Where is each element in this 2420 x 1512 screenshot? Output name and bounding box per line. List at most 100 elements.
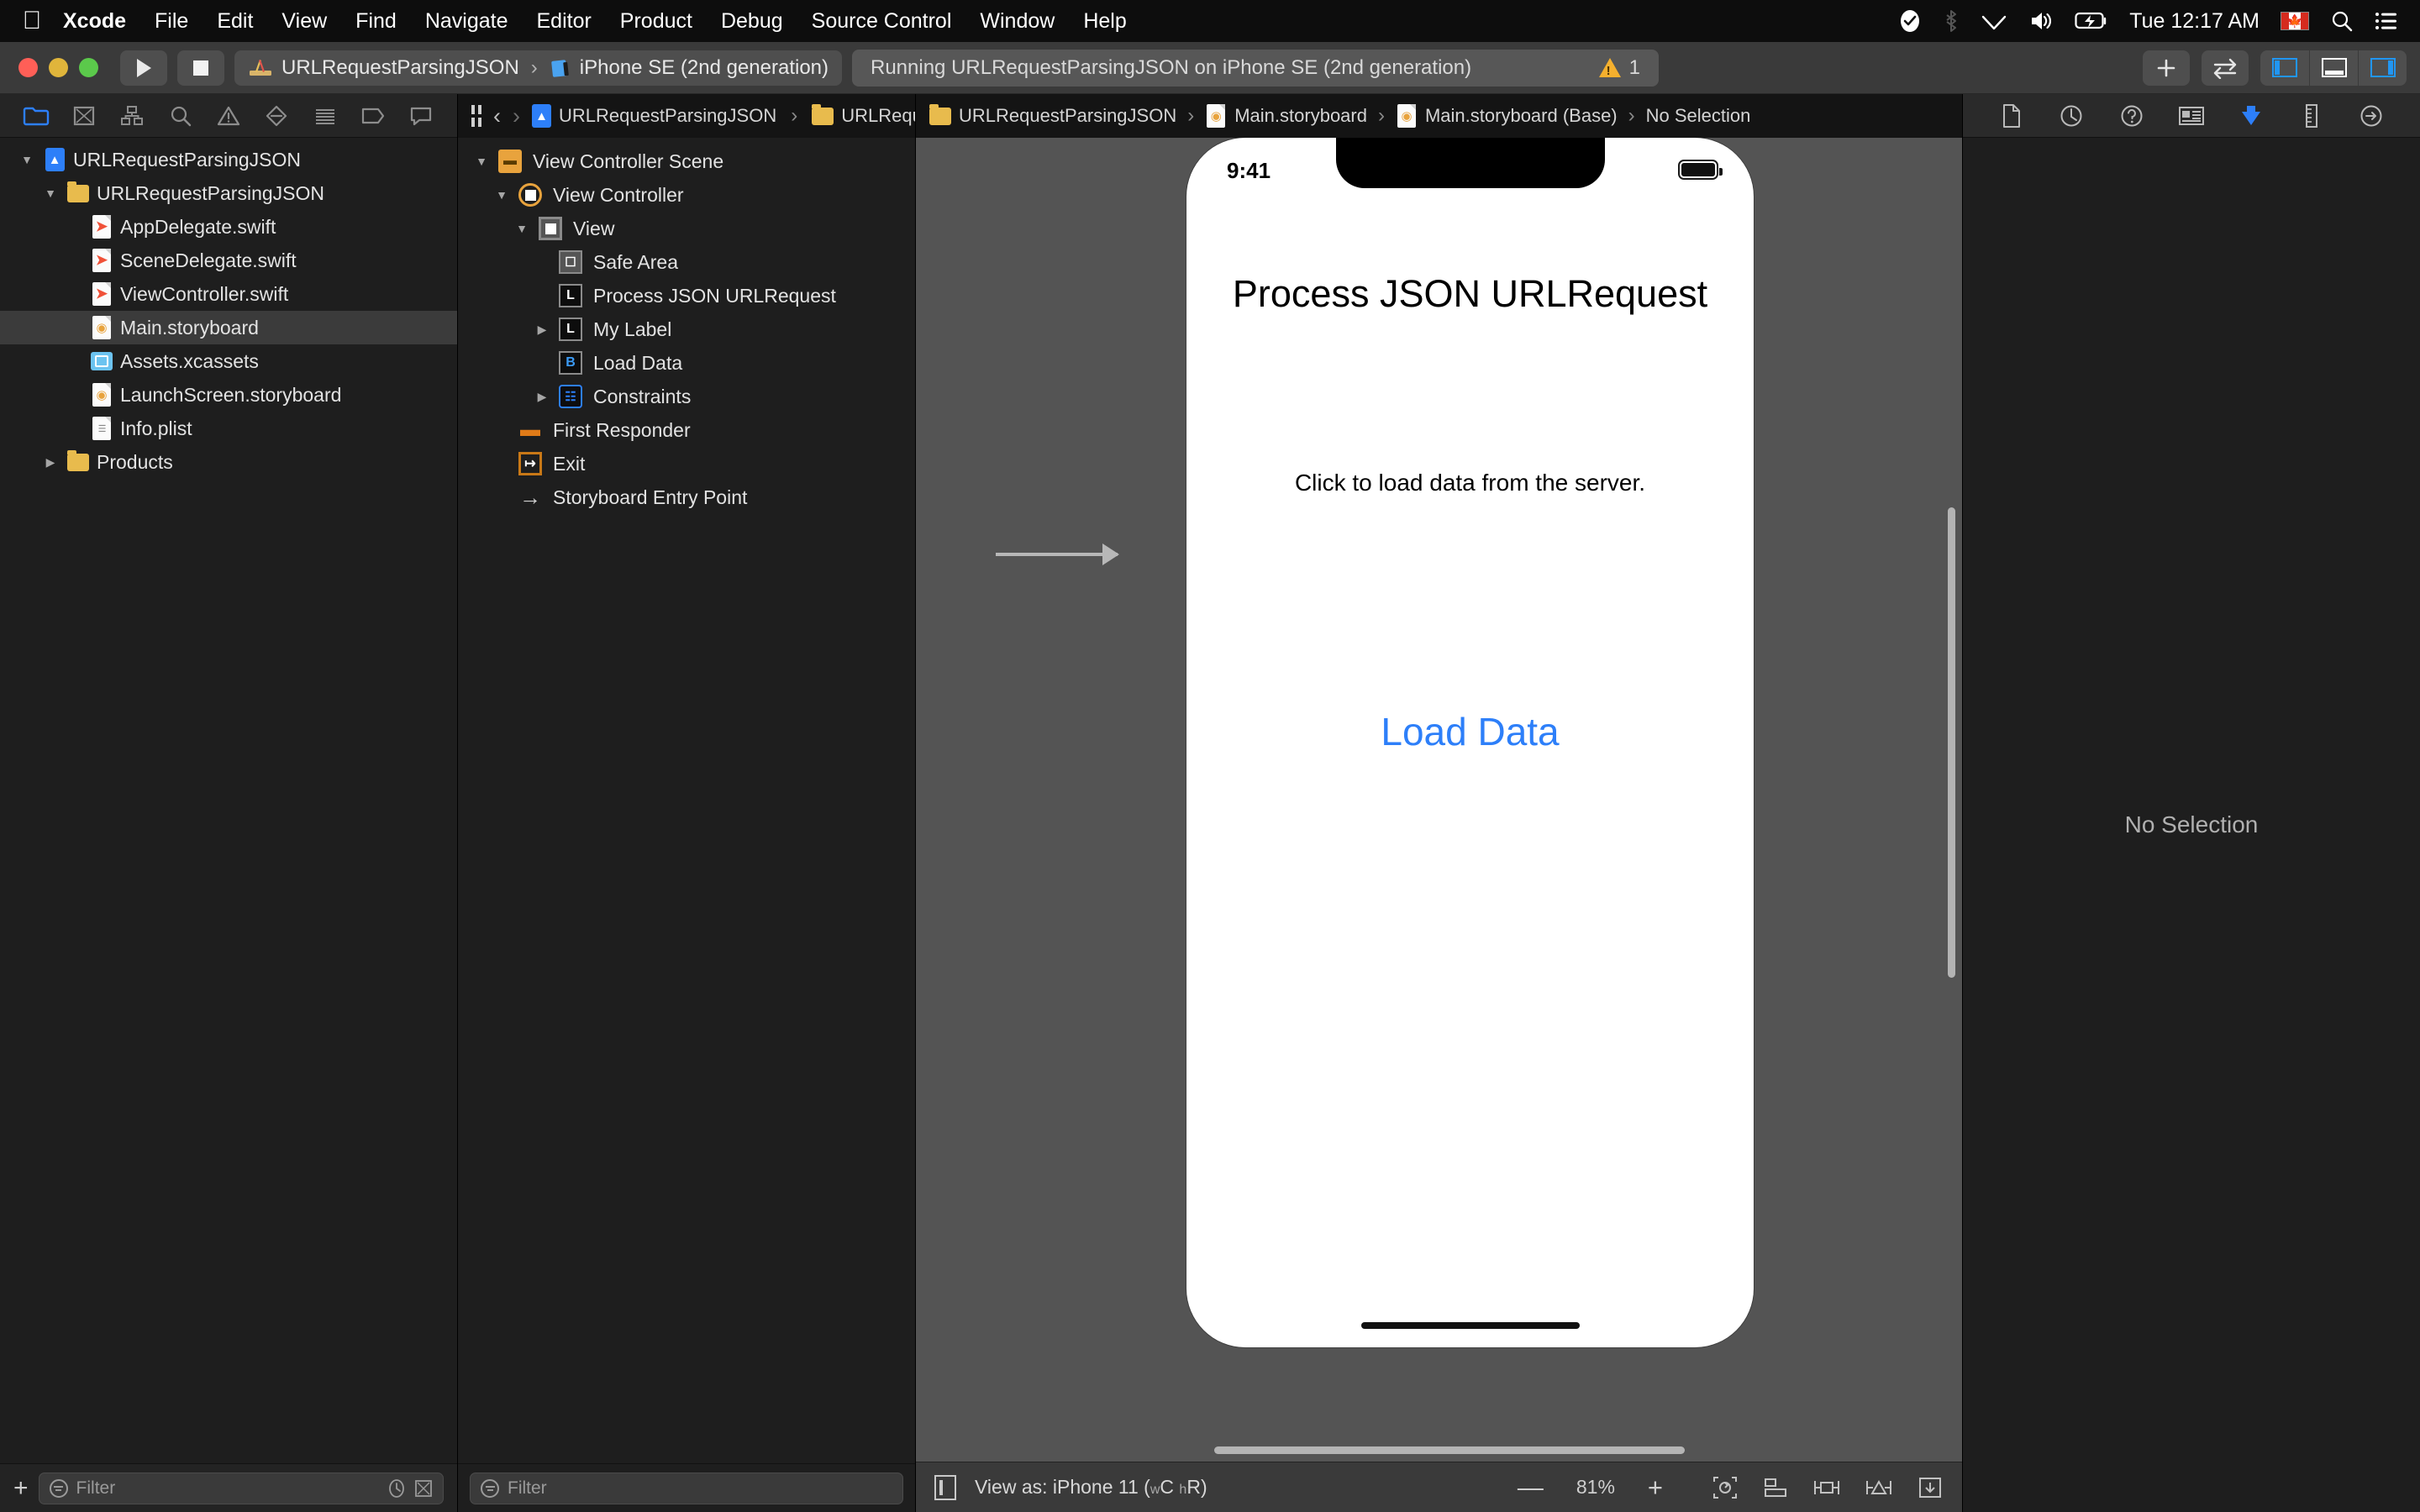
project-tree-row[interactable]: ▶Assets.xcassets: [0, 344, 457, 378]
debug-navigator-tab[interactable]: [307, 101, 344, 131]
outline-tree-row[interactable]: ▼ View Controller: [458, 178, 915, 212]
canvas-vertical-scrollbar[interactable]: [1948, 507, 1955, 978]
outline-breadcrumb-project[interactable]: ▲ URLRequestParsingJSON: [532, 104, 776, 128]
identity-inspector-tab[interactable]: [2174, 100, 2209, 132]
menu-item-view[interactable]: View: [267, 9, 341, 34]
recent-files-icon[interactable]: [387, 1478, 406, 1499]
menu-item-product[interactable]: Product: [606, 9, 707, 34]
attributes-inspector-tab[interactable]: [2233, 100, 2269, 132]
related-items-icon[interactable]: [471, 105, 481, 127]
code-review-button[interactable]: [2202, 50, 2249, 86]
battery-charging-icon[interactable]: [2075, 9, 2108, 33]
project-tree-row[interactable]: ▶☰Info.plist: [0, 412, 457, 445]
breadcrumb-selection[interactable]: No Selection: [1646, 105, 1751, 127]
stop-button[interactable]: [177, 50, 224, 86]
menu-item-find[interactable]: Find: [341, 9, 411, 34]
zoom-out-button[interactable]: —: [1518, 1474, 1544, 1500]
project-tree-row[interactable]: ▶➤ViewController.swift: [0, 277, 457, 311]
canvas-horizontal-scrollbar[interactable]: [1214, 1446, 1685, 1454]
spotlight-search-icon[interactable]: [2330, 9, 2354, 33]
menu-item-editor[interactable]: Editor: [522, 9, 605, 34]
breadcrumb-storyboard-base[interactable]: ◉ Main.storyboard (Base): [1396, 103, 1618, 129]
find-navigator-tab[interactable]: [162, 101, 199, 131]
history-inspector-tab[interactable]: [2054, 100, 2089, 132]
project-tree-row[interactable]: ▶➤SceneDelegate.swift: [0, 244, 457, 277]
symbol-navigator-tab[interactable]: [113, 101, 150, 131]
minimize-window-button[interactable]: [49, 58, 68, 77]
outline-tree-row[interactable]: ▶▬First Responder: [458, 413, 915, 447]
breakpoint-navigator-tab[interactable]: [355, 101, 392, 131]
quick-help-inspector-tab[interactable]: [2114, 100, 2149, 132]
disclosure-triangle-icon[interactable]: ▶: [533, 323, 551, 337]
navigator-filter-field[interactable]: Filter: [38, 1472, 444, 1504]
menu-item-navigate[interactable]: Navigate: [411, 9, 523, 34]
title-label[interactable]: Process JSON URLRequest: [1186, 272, 1754, 316]
forward-button[interactable]: ›: [513, 103, 520, 129]
outline-tree-row[interactable]: ▶→Storyboard Entry Point: [458, 480, 915, 514]
library-add-button[interactable]: [2143, 50, 2190, 86]
project-tree-row[interactable]: ▼ URLRequestParsingJSON: [0, 176, 457, 210]
outline-tree-row[interactable]: ▶LProcess JSON URLRequest: [458, 279, 915, 312]
back-button[interactable]: ‹: [493, 103, 501, 129]
menu-item-edit[interactable]: Edit: [203, 9, 267, 34]
project-navigator-tab[interactable]: [18, 101, 55, 131]
wifi-icon[interactable]: [1981, 8, 2007, 34]
source-control-navigator-tab[interactable]: [66, 101, 103, 131]
test-navigator-tab[interactable]: [258, 101, 295, 131]
bluetooth-icon[interactable]: [1943, 8, 1960, 34]
breadcrumb-project[interactable]: URLRequestParsingJSON: [929, 103, 1176, 127]
run-button[interactable]: [120, 50, 167, 86]
view-controller-preview[interactable]: 9:41 Process JSON URLRequest Click to lo…: [1186, 138, 1754, 1347]
outline-tree-row[interactable]: ▼ View: [458, 212, 915, 245]
project-tree-row[interactable]: ▶◉Main.storyboard: [0, 311, 457, 344]
menu-item-xcode[interactable]: Xcode: [49, 9, 140, 34]
issue-navigator-tab[interactable]: [210, 101, 247, 131]
menu-item-debug[interactable]: Debug: [707, 9, 797, 34]
disclosure-triangle-icon[interactable]: ▶: [533, 390, 551, 404]
storyboard-canvas[interactable]: 9:41 Process JSON URLRequest Click to lo…: [916, 138, 1962, 1462]
disclosure-triangle-icon[interactable]: ▼: [18, 153, 36, 166]
control-center-icon[interactable]: [2375, 11, 2398, 31]
load-data-button[interactable]: Load Data: [1186, 709, 1754, 754]
inspector-toggle-button[interactable]: [2358, 50, 2407, 86]
project-tree-row[interactable]: ▶◉LaunchScreen.storyboard: [0, 378, 457, 412]
file-inspector-tab[interactable]: [1994, 100, 2029, 132]
disclosure-triangle-icon[interactable]: ▼: [472, 155, 491, 168]
warning-chip[interactable]: 1: [1598, 56, 1640, 80]
zoom-in-button[interactable]: +: [1648, 1474, 1663, 1500]
outline-tree-row[interactable]: ▼ ▬ View Controller Scene: [458, 144, 915, 178]
outline-tree-row[interactable]: ▶↦Exit: [458, 447, 915, 480]
menu-item-file[interactable]: File: [140, 9, 203, 34]
update-frames-icon[interactable]: [1712, 1475, 1739, 1500]
my-label[interactable]: Click to load data from the server.: [1186, 470, 1754, 496]
menu-bar-clock[interactable]: Tue 12:17 AM: [2129, 9, 2260, 34]
project-tree-row[interactable]: ▼ ▲ URLRequestParsingJSON: [0, 143, 457, 176]
source-control-filter-icon[interactable]: [414, 1478, 433, 1499]
outline-filter-field[interactable]: Filter: [470, 1472, 903, 1504]
project-file-tree[interactable]: ▼ ▲ URLRequestParsingJSON ▼ URLRequestParsin…: [0, 138, 457, 1463]
close-window-button[interactable]: [18, 58, 38, 77]
disclosure-triangle-icon[interactable]: ▶: [41, 455, 60, 470]
scheme-selector[interactable]: URLRequestParsingJSON › iPhone SE (2nd g…: [234, 50, 842, 86]
outline-breadcrumb-folder[interactable]: URLRequestParsingJSON: [812, 103, 915, 127]
outline-tree-row[interactable]: ▶☐Safe Area: [458, 245, 915, 279]
show-outline-toggle-icon[interactable]: [934, 1474, 956, 1500]
disclosure-triangle-icon[interactable]: ▼: [513, 222, 531, 235]
resolve-issues-icon[interactable]: [1917, 1475, 1944, 1500]
menu-item-window[interactable]: Window: [965, 9, 1069, 34]
navigator-toggle-button[interactable]: [2260, 50, 2309, 86]
menu-item-help[interactable]: Help: [1069, 9, 1140, 34]
storyboard-outline-tree[interactable]: ▼ ▬ View Controller Scene ▼ View Controller ▼…: [458, 138, 915, 1463]
outline-tree-row[interactable]: ▶ ☷ Constraints: [458, 380, 915, 413]
add-file-button[interactable]: +: [13, 1475, 29, 1501]
debug-area-toggle-button[interactable]: [2309, 50, 2358, 86]
volume-icon[interactable]: [2028, 8, 2054, 34]
breadcrumb-storyboard[interactable]: ◉ Main.storyboard: [1205, 103, 1367, 129]
embed-in-icon[interactable]: [1762, 1475, 1789, 1500]
disclosure-triangle-icon[interactable]: ▼: [492, 188, 511, 202]
checkmark-badge-icon[interactable]: [1898, 8, 1922, 34]
outline-tree-row[interactable]: ▶ L My Label: [458, 312, 915, 346]
outline-tree-row[interactable]: ▶BLoad Data: [458, 346, 915, 380]
menu-item-source-control[interactable]: Source Control: [797, 9, 966, 34]
project-tree-row[interactable]: ▶ Products: [0, 445, 457, 479]
